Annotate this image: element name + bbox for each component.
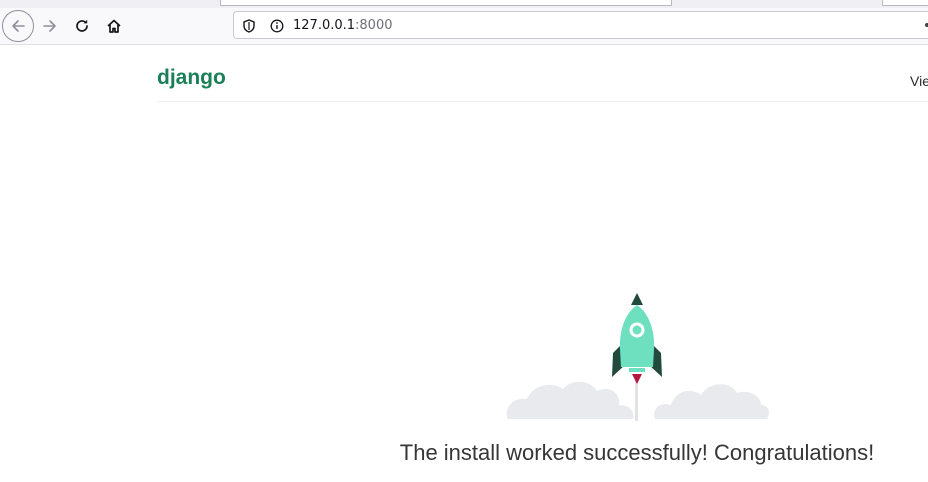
tracking-shield-icon[interactable]: [241, 18, 257, 34]
django-logo[interactable]: django: [157, 65, 226, 91]
url-text[interactable]: 127.0.0.1:8000: [293, 17, 393, 35]
site-info-icon[interactable]: [269, 18, 285, 34]
reload-icon: [76, 19, 88, 32]
browser-toolbar: 127.0.0.1:8000: [0, 8, 928, 45]
back-arrow-icon: [12, 20, 25, 32]
forward-button[interactable]: [34, 10, 66, 42]
browser-tab[interactable]: [220, 0, 672, 6]
address-bar[interactable]: 127.0.0.1:8000: [233, 11, 928, 39]
rocket-trail: [635, 377, 638, 421]
page-header: django Vie: [157, 45, 928, 102]
release-notes-link[interactable]: Vie: [910, 72, 928, 90]
back-button[interactable]: [2, 10, 34, 42]
page-content: django Vie The install worked successful…: [0, 45, 928, 482]
url-port: :8000: [355, 18, 393, 33]
forward-arrow-icon: [43, 20, 56, 32]
home-button[interactable]: [98, 10, 130, 42]
tab-strip: [0, 0, 928, 8]
reload-button[interactable]: [66, 10, 98, 42]
url-host: 127.0.0.1: [293, 18, 356, 33]
rocket-illustration: [506, 293, 769, 421]
rocket-icon: [612, 293, 662, 384]
browser-tab-next[interactable]: [882, 0, 928, 6]
home-icon: [107, 19, 121, 33]
success-message: The install worked successfully! Congrat…: [399, 440, 875, 465]
